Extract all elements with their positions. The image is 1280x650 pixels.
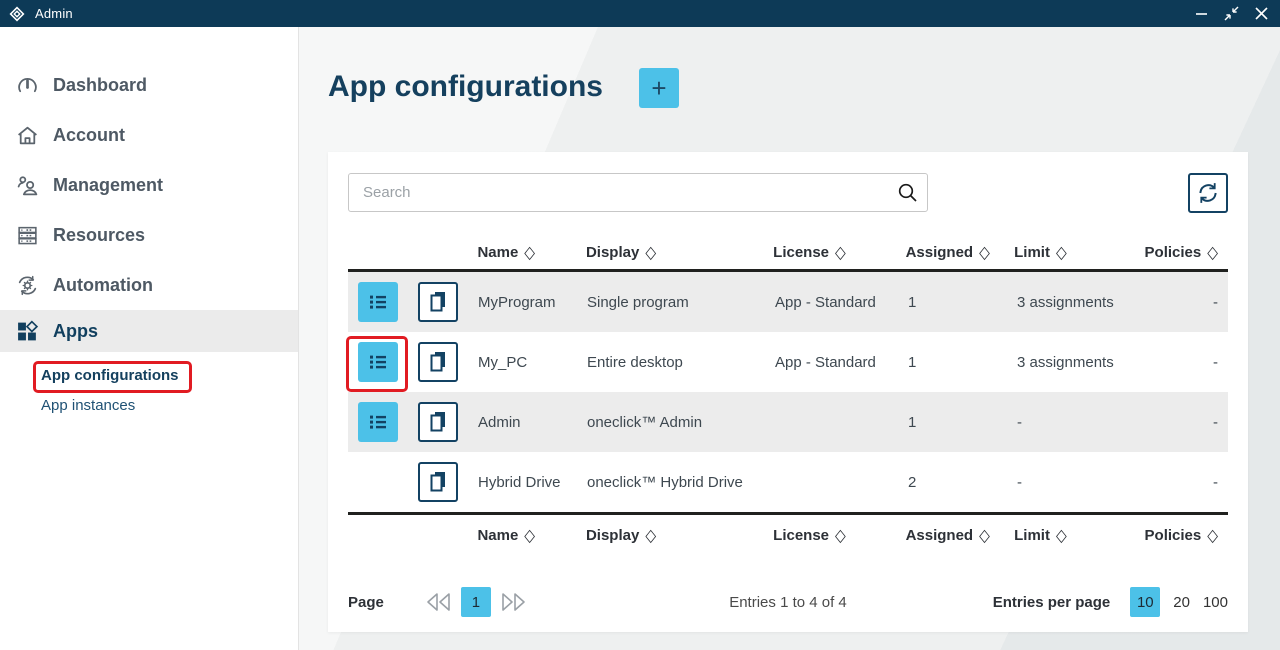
search-input[interactable] [348, 173, 928, 212]
refresh-button[interactable] [1188, 173, 1228, 213]
copy-icon [428, 410, 448, 434]
table-row: MyProgram Single program App - Standard … [348, 272, 1228, 332]
page-size-option-100[interactable]: 100 [1203, 594, 1228, 611]
apps-icon [14, 320, 40, 343]
app-configurations-card: Name◇ Display◇ License◇ Assigned◇ Limit◇… [328, 152, 1248, 632]
sidebar-item-label: Apps [53, 321, 98, 342]
copy-icon [428, 470, 448, 494]
entries-summary: Entries 1 to 4 of 4 [729, 594, 847, 611]
column-header-name[interactable]: Name◇ [477, 527, 586, 544]
column-header-assigned[interactable]: Assigned◇ [906, 244, 1015, 261]
sort-icon: ◇ [524, 241, 535, 262]
table-row: Admin oneclick™ Admin 1 - - [348, 392, 1228, 452]
refresh-icon [1196, 181, 1220, 205]
window-controls [1190, 3, 1272, 25]
sidebar: Dashboard Account Managemen [0, 27, 299, 650]
row-detail-list-button[interactable] [358, 342, 398, 382]
search-field-wrap [348, 173, 928, 212]
table-row: My_PC Entire desktop App - Standard 1 3 … [348, 332, 1228, 392]
row-copy-button[interactable] [418, 342, 458, 382]
sort-icon: ◇ [979, 525, 990, 546]
list-icon [367, 411, 389, 433]
sidebar-item-dashboard[interactable]: Dashboard [0, 60, 298, 110]
sidebar-item-label: Dashboard [53, 75, 147, 96]
home-icon [14, 124, 40, 147]
column-header-assigned[interactable]: Assigned◇ [906, 527, 1015, 544]
entries-per-page-group: Entries per page 10 20 100 [993, 587, 1228, 617]
sidebar-item-label: Resources [53, 225, 145, 246]
restore-icon[interactable] [1220, 3, 1242, 25]
add-app-configuration-button[interactable]: + [639, 68, 679, 108]
close-icon[interactable] [1250, 3, 1272, 25]
column-header-limit[interactable]: Limit◇ [1014, 527, 1144, 544]
table-row: Hybrid Drive oneclick™ Hybrid Drive 2 - … [348, 452, 1228, 512]
column-header-name[interactable]: Name◇ [477, 244, 586, 261]
pagination-bar: Page 1 Entries 1 to 4 of 4 Entries per p… [348, 582, 1228, 622]
sidebar-item-apps[interactable]: Apps [0, 310, 298, 352]
minimize-icon[interactable] [1190, 3, 1212, 25]
entries-per-page-label: Entries per page [993, 594, 1111, 611]
sidebar-item-resources[interactable]: Resources [0, 210, 298, 260]
column-header-policies[interactable]: Policies◇ [1145, 244, 1218, 261]
sidebar-item-label: Management [53, 175, 163, 196]
column-header-license[interactable]: License◇ [773, 244, 905, 261]
list-icon [367, 291, 389, 313]
sort-icon: ◇ [1056, 525, 1067, 546]
sidebar-item-label: Account [53, 125, 125, 146]
table-body: MyProgram Single program App - Standard … [348, 272, 1228, 512]
table-footer-header: Name◇ Display◇ License◇ Assigned◇ Limit◇… [348, 512, 1228, 556]
row-copy-button[interactable] [418, 462, 458, 502]
row-detail-list-button[interactable] [358, 282, 398, 322]
page-size-option-10[interactable]: 10 [1130, 587, 1160, 617]
sort-icon: ◇ [979, 241, 990, 262]
page-prev-button[interactable] [425, 591, 453, 613]
row-copy-button[interactable] [418, 282, 458, 322]
column-header-limit[interactable]: Limit◇ [1014, 244, 1144, 261]
page-size-option-20[interactable]: 20 [1173, 594, 1190, 611]
column-header-policies[interactable]: Policies◇ [1145, 527, 1218, 544]
column-header-display[interactable]: Display◇ [586, 244, 773, 261]
sidebar-item-label: Automation [53, 275, 153, 296]
page-title: App configurations [328, 70, 603, 104]
sidebar-subitem-app-instances[interactable]: App instances [41, 397, 135, 414]
row-detail-list-button[interactable] [358, 402, 398, 442]
window-title: Admin [35, 6, 73, 21]
window-titlebar: Admin [0, 0, 1280, 27]
sort-icon: ◇ [1056, 241, 1067, 262]
column-header-license[interactable]: License◇ [773, 527, 905, 544]
list-icon [367, 351, 389, 373]
table-header: Name◇ Display◇ License◇ Assigned◇ Limit◇… [348, 235, 1228, 272]
row-copy-button[interactable] [418, 402, 458, 442]
double-chevron-left-icon [425, 591, 453, 613]
server-icon [14, 224, 40, 247]
automation-gear-icon [14, 274, 40, 297]
main-content: App configurations + N [299, 27, 1280, 650]
sort-icon: ◇ [1207, 241, 1218, 262]
users-icon [14, 174, 40, 197]
page-label: Page [348, 594, 384, 611]
current-page-button[interactable]: 1 [461, 587, 491, 617]
gauge-icon [14, 74, 40, 97]
sort-icon: ◇ [1207, 525, 1218, 546]
app-logo-icon [9, 6, 25, 22]
sidebar-subitem-app-configurations[interactable]: App configurations [41, 367, 179, 384]
sort-icon: ◇ [645, 241, 656, 262]
sidebar-item-automation[interactable]: Automation [0, 260, 298, 310]
sort-icon: ◇ [835, 241, 846, 262]
sort-icon: ◇ [524, 525, 535, 546]
column-header-display[interactable]: Display◇ [586, 527, 773, 544]
copy-icon [428, 350, 448, 374]
sort-icon: ◇ [645, 525, 656, 546]
page-next-button[interactable] [499, 591, 527, 613]
sidebar-item-account[interactable]: Account [0, 110, 298, 160]
copy-icon [428, 290, 448, 314]
double-chevron-right-icon [499, 591, 527, 613]
sidebar-item-management[interactable]: Management [0, 160, 298, 210]
sort-icon: ◇ [835, 525, 846, 546]
